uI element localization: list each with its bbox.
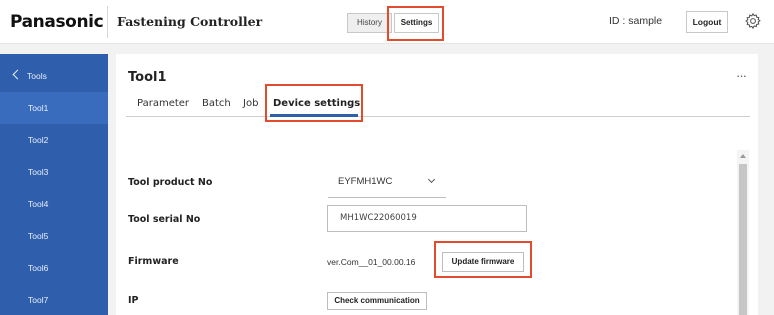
- tab-job[interactable]: Job: [243, 98, 258, 109]
- sidebar-back-tools[interactable]: Tools: [0, 60, 108, 92]
- app-title: Fastening Controller: [117, 14, 263, 29]
- update-firmware-button[interactable]: Update firmware: [442, 252, 524, 272]
- sidebar-item-tool5[interactable]: Tool5: [0, 220, 108, 252]
- right-gutter: [758, 54, 774, 315]
- brand-divider: [107, 6, 108, 38]
- gear-icon[interactable]: [744, 12, 762, 30]
- logout-button[interactable]: Logout: [686, 11, 728, 33]
- sidebar-back-label: Tools: [27, 71, 47, 81]
- scroll-up-arrow-icon[interactable]: [740, 154, 746, 158]
- serial-no-label: Tool serial No: [128, 214, 201, 225]
- chevron-down-icon: [427, 175, 436, 184]
- sidebar: Tools Tool1 Tool2 Tool3 Tool4 Tool5 Tool…: [0, 54, 108, 315]
- header-separator: [0, 44, 774, 54]
- sidebar-item-tool4[interactable]: Tool4: [0, 188, 108, 220]
- scrollbar-thumb[interactable]: [739, 164, 747, 315]
- sidebar-item-tool6[interactable]: Tool6: [0, 252, 108, 284]
- tab-parameter[interactable]: Parameter: [137, 98, 189, 109]
- check-communication-button[interactable]: Check communication: [327, 292, 427, 310]
- firmware-label: Firmware: [128, 256, 179, 267]
- chevron-left-icon: [12, 69, 23, 80]
- top-bar: Panasonic Fastening Controller History S…: [0, 0, 774, 44]
- tab-batch[interactable]: Batch: [202, 98, 231, 109]
- user-id: ID : sample: [609, 15, 663, 27]
- product-no-select[interactable]: EYFMH1WC: [338, 176, 392, 187]
- sidebar-item-tool7[interactable]: Tool7: [0, 284, 108, 315]
- product-no-label: Tool product No: [128, 177, 213, 188]
- sidebar-gutter: [108, 54, 116, 315]
- history-button[interactable]: History: [347, 13, 392, 33]
- tabs-divider: [126, 116, 750, 117]
- product-no-underline: [328, 197, 446, 198]
- sidebar-item-tool2[interactable]: Tool2: [0, 124, 108, 156]
- settings-button[interactable]: Settings: [394, 13, 439, 33]
- scrollbar[interactable]: [737, 150, 749, 315]
- sidebar-item-tool1[interactable]: Tool1: [0, 92, 108, 124]
- page-title: Tool1: [128, 70, 167, 85]
- serial-no-field[interactable]: MH1WC22060019: [327, 205, 527, 232]
- sidebar-item-tool3[interactable]: Tool3: [0, 156, 108, 188]
- brand-logo: Panasonic: [10, 12, 104, 32]
- active-tab-indicator: [270, 114, 358, 117]
- more-menu-icon[interactable]: ···: [736, 68, 747, 83]
- main-panel: Tool1 ··· Parameter Batch Job Device set…: [116, 54, 758, 315]
- tab-device-settings[interactable]: Device settings: [273, 98, 360, 109]
- ip-label: IP: [128, 295, 139, 306]
- firmware-version: ver.Com__01_00.00.16: [327, 257, 416, 267]
